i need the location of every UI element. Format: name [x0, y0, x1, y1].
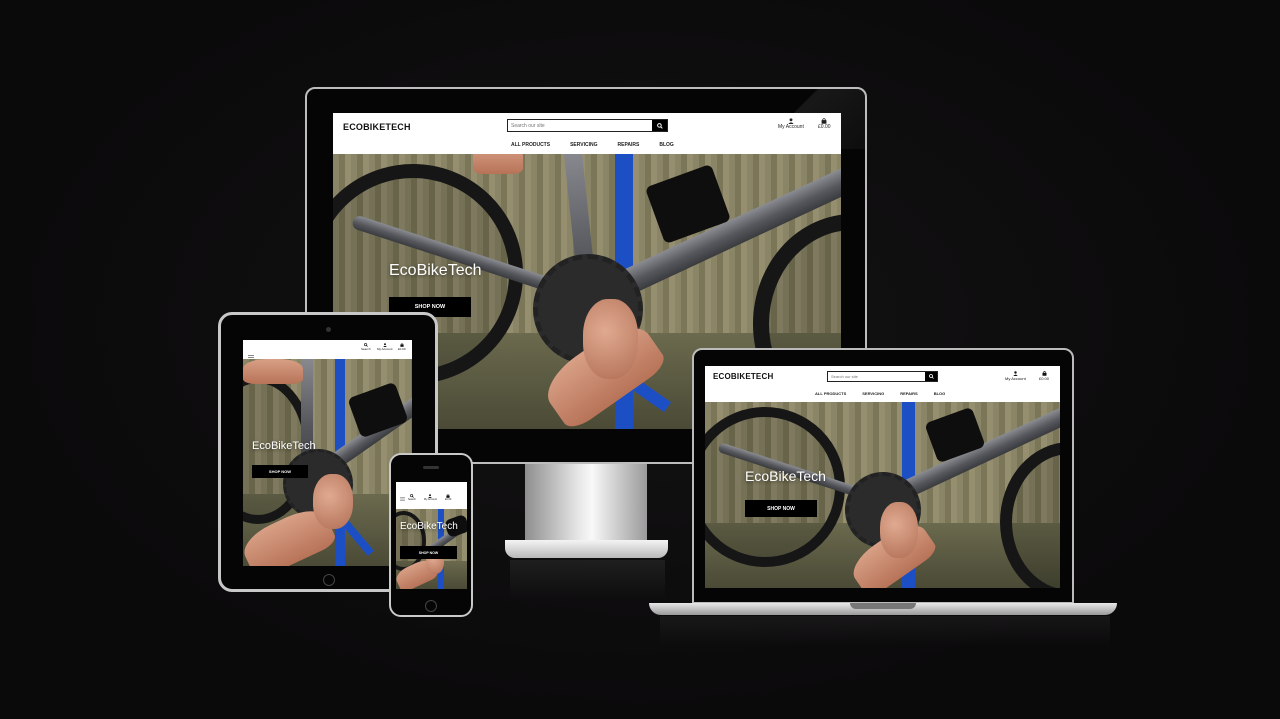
site-header: Search My Account £0.00	[243, 340, 412, 360]
cart-total: £0.00	[445, 498, 452, 501]
cart-link[interactable]: £0.00	[398, 343, 406, 351]
hero-title: EcoBikeTech	[745, 468, 826, 484]
site-header: Search My Account £0.00	[396, 482, 467, 509]
search-bar	[507, 119, 668, 132]
search-icon	[656, 122, 663, 129]
user-icon	[788, 118, 794, 124]
hamburger-menu-icon[interactable]	[400, 488, 405, 506]
cart-link[interactable]: £0.00	[1039, 371, 1049, 381]
hero-title: EcoBikeTech	[252, 440, 316, 452]
device-mockup-stage: ECOBIKETECH My Account £0.00 ALL PRODUC	[0, 0, 1280, 719]
nav-blog[interactable]: BLOG	[659, 142, 673, 148]
monitor-reflection	[510, 560, 665, 600]
hero-title: EcoBikeTech	[400, 521, 458, 532]
laptop-notch	[850, 603, 916, 609]
phone-speaker	[423, 466, 439, 469]
search-bar	[827, 371, 938, 382]
cart-total: £0.00	[818, 124, 831, 130]
hero-title: EcoBikeTech	[389, 262, 482, 279]
shop-now-button[interactable]: SHOP NOW	[745, 500, 817, 517]
hero-banner: EcoBikeTech SHOP NOW	[243, 359, 412, 566]
phone-device: Search My Account £0.00 EcoBikeTech SHOP…	[389, 453, 473, 617]
hero-banner: EcoBikeTech SHOP NOW	[705, 402, 1060, 588]
main-nav: ALL PRODUCTS SERVICING REPAIRS BLOG	[815, 391, 945, 396]
search-label: Search	[361, 347, 371, 351]
shopping-bag-icon	[821, 118, 827, 124]
shop-now-button[interactable]: SHOP NOW	[400, 546, 457, 559]
cart-link[interactable]: £0.00	[818, 118, 831, 130]
cart-total: £0.00	[1039, 376, 1050, 381]
site-logo[interactable]: ECOBIKETECH	[713, 372, 773, 381]
search-link[interactable]: Search	[361, 343, 371, 351]
nav-all-products[interactable]: ALL PRODUCTS	[815, 391, 846, 396]
tablet-site-screen: Search My Account £0.00 EcoBikeTech SHOP…	[243, 340, 412, 566]
search-button[interactable]	[925, 372, 937, 381]
site-header: ECOBIKETECH My Account £0.00 ALL PRODUC	[333, 113, 841, 154]
account-link[interactable]: My Account	[778, 118, 804, 130]
search-button[interactable]	[652, 120, 667, 131]
nav-blog[interactable]: BLOG	[934, 391, 946, 396]
account-link[interactable]: My Account	[424, 494, 437, 501]
account-label: My Account	[424, 498, 437, 501]
account-label: My Account	[377, 347, 393, 351]
cart-link[interactable]: £0.00	[445, 494, 451, 501]
nav-servicing[interactable]: SERVICING	[862, 391, 884, 396]
site-logo[interactable]: ECOBIKETECH	[343, 122, 411, 132]
hero-photo	[243, 359, 412, 566]
account-link[interactable]: My Account	[1005, 371, 1026, 381]
laptop-reflection	[660, 616, 1110, 646]
hero-banner: EcoBikeTech SHOP NOW	[396, 509, 467, 589]
shop-now-button[interactable]: SHOP NOW	[252, 465, 308, 478]
nav-repairs[interactable]: REPAIRS	[900, 391, 917, 396]
tablet-home-button[interactable]	[323, 574, 335, 586]
search-link[interactable]: Search	[408, 494, 416, 501]
phone-home-button[interactable]	[425, 600, 437, 612]
tablet-camera	[326, 327, 331, 332]
account-label: My Account	[1005, 376, 1026, 381]
monitor-stand-neck	[525, 464, 647, 542]
main-nav: ALL PRODUCTS SERVICING REPAIRS BLOG	[511, 142, 674, 148]
hero-photo	[705, 402, 1060, 588]
search-icon	[928, 374, 934, 379]
search-input[interactable]	[508, 120, 652, 131]
phone-site-screen: Search My Account £0.00 EcoBikeTech SHOP…	[396, 482, 467, 589]
site-header: ECOBIKETECH My Account £0.00 ALL PRODUC	[705, 366, 1060, 402]
nav-all-products[interactable]: ALL PRODUCTS	[511, 142, 550, 148]
search-input[interactable]	[828, 372, 925, 381]
laptop-site-screen: ECOBIKETECH My Account £0.00 ALL PRODUC	[705, 366, 1060, 588]
nav-repairs[interactable]: REPAIRS	[618, 142, 640, 148]
laptop-screen: ECOBIKETECH My Account £0.00 ALL PRODUC	[692, 348, 1074, 604]
account-label: My Account	[778, 124, 804, 130]
cart-total: £0.00	[398, 347, 406, 351]
search-label: Search	[408, 498, 416, 501]
nav-servicing[interactable]: SERVICING	[570, 142, 597, 148]
account-link[interactable]: My Account	[377, 343, 393, 351]
monitor-stand-foot	[505, 540, 668, 558]
